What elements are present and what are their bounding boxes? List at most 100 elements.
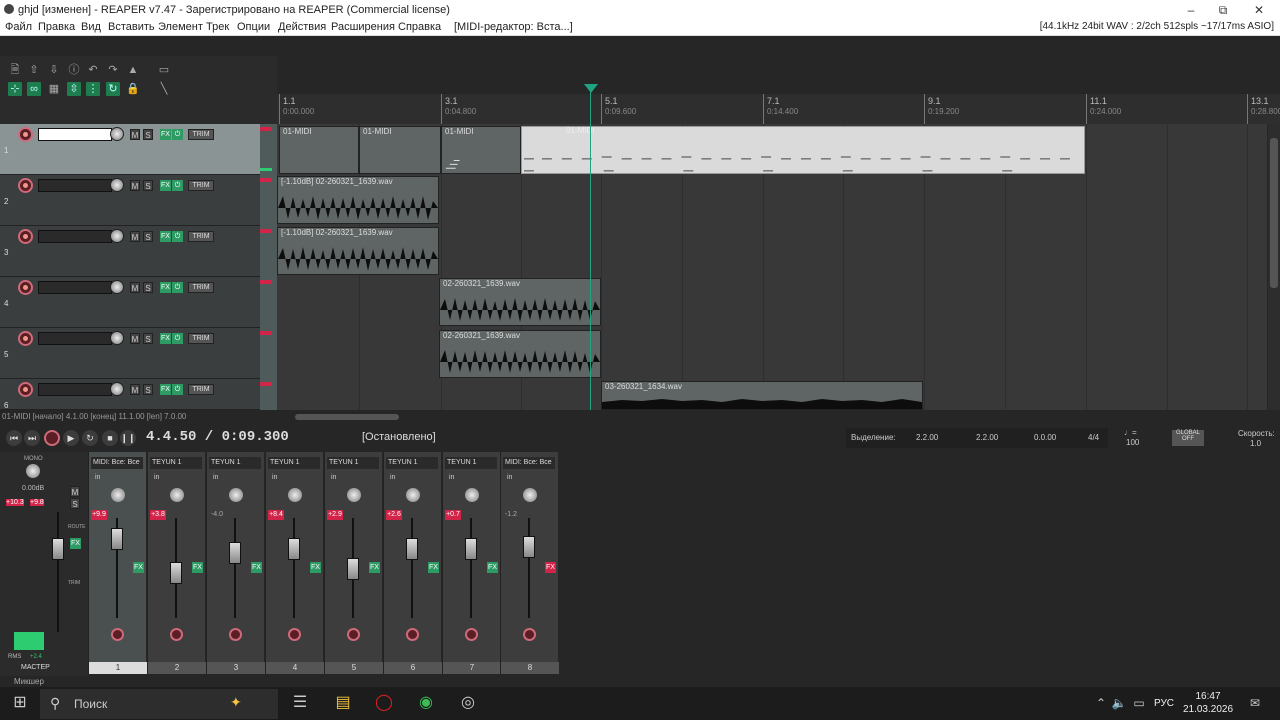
fx-button[interactable]: FX (487, 562, 498, 573)
fx-button[interactable]: FX (251, 562, 262, 573)
network-icon[interactable]: ▭ (1128, 693, 1150, 713)
fx-button[interactable]: FX (160, 282, 171, 293)
windows-start-icon[interactable]: ⊞ (9, 693, 31, 713)
mute-button[interactable]: M (130, 282, 140, 293)
selection-start[interactable]: 2.2.00 (916, 433, 938, 442)
fx-button[interactable]: FX (160, 384, 171, 395)
volume-fader[interactable] (288, 538, 300, 560)
mixer-strip-1[interactable]: MIDI: Все: Все in +9.9 FX 1 (88, 452, 147, 674)
open-icon[interactable]: ⇧ (27, 63, 41, 77)
volume-knob[interactable] (110, 127, 124, 141)
track-4[interactable]: 4 M S FX ⏻ TRIM (0, 277, 260, 328)
envelope-icon[interactable]: ╲ (157, 82, 171, 96)
timeline-ruler[interactable]: 1.1 0:00.000 3.1 0:04.800 5.1 0:09.600 7.1 0… (277, 94, 1280, 124)
chrome-icon[interactable]: ◉ (415, 693, 437, 713)
track-name-field[interactable] (38, 383, 112, 396)
mute-button[interactable]: M (130, 384, 140, 395)
save-icon[interactable]: ⇩ (47, 63, 61, 77)
pan-knob[interactable] (347, 488, 361, 502)
record-arm-button[interactable] (18, 331, 33, 346)
snap-icon[interactable]: ⇳ (67, 82, 81, 96)
audio-item[interactable]: [-1.10dB] 02-260321_1639.wav (277, 227, 439, 275)
volume-knob[interactable] (110, 331, 124, 345)
pause-button[interactable]: ❙❙ (120, 430, 136, 446)
solo-button[interactable]: S (143, 180, 153, 191)
record-arm-button[interactable] (18, 178, 33, 193)
strip-input[interactable]: TEYUN 1 (445, 457, 497, 469)
pan-knob[interactable] (406, 488, 420, 502)
fx-bypass-icon[interactable]: ⏻ (172, 180, 183, 191)
mixer-strip-5[interactable]: TEYUN 1 in +2.9 FX 5 (324, 452, 383, 674)
pan-knob[interactable] (170, 488, 184, 502)
solo-button[interactable]: S (143, 333, 153, 344)
trim-button[interactable]: TRIM (188, 282, 214, 293)
menu-item[interactable]: Элемент (158, 21, 203, 33)
fx-button[interactable]: FX (133, 562, 144, 573)
playhead[interactable] (590, 86, 591, 410)
volume-fader[interactable] (229, 542, 241, 564)
lock-icon[interactable]: 🔒 (126, 82, 140, 96)
midi-item[interactable]: 01-MIDI (359, 126, 441, 174)
file-explorer-icon[interactable]: ▤ (332, 693, 354, 713)
record-arm-button[interactable] (18, 382, 33, 397)
minimize-icon[interactable]: – (1176, 2, 1206, 18)
fx-button[interactable]: FX (369, 562, 380, 573)
menu-edit[interactable]: Правка (38, 21, 75, 33)
audio-item[interactable]: [-1.10dB] 02-260321_1639.wav (277, 176, 439, 224)
fx-button[interactable]: FX (160, 333, 171, 344)
record-arm-button[interactable] (523, 628, 536, 641)
trim-button[interactable]: TRIM (188, 231, 214, 242)
volume-fader[interactable] (406, 538, 418, 560)
fx-button[interactable]: FX (310, 562, 321, 573)
close-icon[interactable]: ✕ (1244, 2, 1274, 18)
fx-button[interactable]: FX (192, 562, 203, 573)
menu-actions[interactable]: Действия (278, 21, 326, 33)
track-name-field[interactable] (38, 332, 112, 345)
strip-input[interactable]: MIDI: Все: Все (91, 457, 143, 469)
loop-icon[interactable]: ↻ (106, 82, 120, 96)
solo-button[interactable]: S (143, 282, 153, 293)
fx-bypass-icon[interactable]: ⏻ (172, 333, 183, 344)
fx-bypass-icon[interactable]: ⏻ (172, 129, 183, 140)
fx-button[interactable]: FX (160, 129, 171, 140)
record-arm-button[interactable] (229, 628, 242, 641)
track-5[interactable]: 5 M S FX ⏻ TRIM (0, 328, 260, 379)
mixer-strip-6[interactable]: TEYUN 1 in +2.6 FX 6 (383, 452, 442, 674)
trim-button[interactable]: TRIM (188, 129, 214, 140)
midi-item[interactable]: 01-MIDI (279, 126, 359, 174)
menu-insert[interactable]: Вставить (108, 21, 155, 33)
mixer-strip-3[interactable]: TEYUN 1 in -4.0 FX 3 (206, 452, 265, 674)
fx-button[interactable]: FX (160, 231, 171, 242)
strip-input[interactable]: TEYUN 1 (209, 457, 261, 469)
mute-button[interactable]: M (130, 129, 140, 140)
volume-knob[interactable] (110, 382, 124, 396)
playhead-marker-icon[interactable] (584, 84, 598, 93)
track-1[interactable]: 1 M S FX ⏻ TRIM (0, 124, 260, 175)
grid-lines-icon[interactable]: ⋮ (86, 82, 100, 96)
strip-input[interactable]: TEYUN 1 (268, 457, 320, 469)
strip-input[interactable]: TEYUN 1 (150, 457, 202, 469)
pan-knob[interactable] (229, 488, 243, 502)
repeat-icon[interactable]: ↻ (82, 430, 98, 446)
fx-bypass-icon[interactable]: ⏻ (172, 384, 183, 395)
bpm-value[interactable]: 100 (1126, 438, 1139, 447)
strip-input[interactable]: MIDI: Все: Все (503, 457, 555, 469)
master-volume-knob[interactable] (26, 464, 40, 478)
strip-input[interactable]: TEYUN 1 (386, 457, 438, 469)
trim-button[interactable]: TRIM (188, 333, 214, 344)
volume-fader[interactable] (111, 528, 123, 550)
rate-value[interactable]: 1.0 (1250, 439, 1261, 448)
volume-fader[interactable] (523, 536, 535, 558)
record-arm-button[interactable] (18, 280, 33, 295)
fx-button[interactable]: FX (160, 180, 171, 191)
audio-item[interactable]: 02-260321_1639.wav (439, 330, 601, 378)
link-icon[interactable]: ∞ (27, 82, 41, 96)
record-arm-button[interactable] (18, 127, 33, 142)
language-indicator[interactable]: РУС (1154, 698, 1174, 709)
midi-item-selected[interactable]: 01-MIDI (521, 126, 1085, 174)
mixer-strip-8[interactable]: MIDI: Все: Все in -1.2 FX 8 (500, 452, 559, 674)
trim-button[interactable]: TRIM (188, 180, 214, 191)
notifications-icon[interactable]: ✉ (1244, 693, 1266, 713)
pan-knob[interactable] (111, 488, 125, 502)
mute-button[interactable]: M (130, 231, 140, 242)
